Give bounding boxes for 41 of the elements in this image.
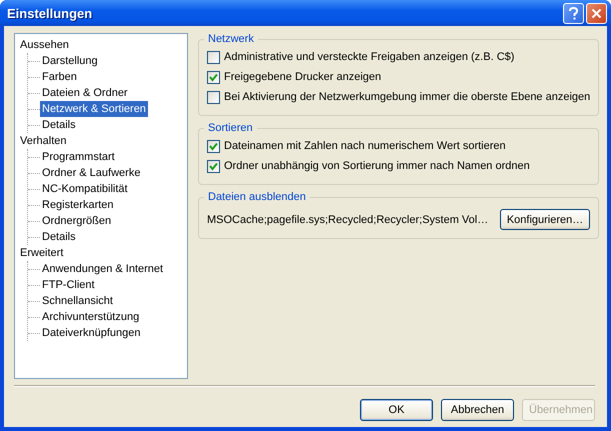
group-title: Dateien ausblenden [207,191,307,203]
checkbox[interactable] [207,50,220,64]
group-title: Sortieren [207,122,254,134]
checkbox[interactable] [207,90,220,104]
tree-item[interactable]: Farben [40,69,79,85]
checkbox-label[interactable]: Administrative und versteckte Freigaben anzeigen (z.B. C$) [224,51,514,63]
tree-item[interactable]: Programmstart [40,149,117,165]
checkbox[interactable] [207,140,220,152]
tree-item[interactable]: Anwendungen & Internet [40,261,166,277]
window-title: Einstellungen [7,6,94,20]
close-icon [591,8,602,18]
tree-item[interactable]: Registerkarten [40,197,116,213]
dialog-button[interactable]: Abbrechen [441,399,514,421]
checkbox[interactable] [207,160,220,172]
close-button[interactable] [586,2,607,24]
checkbox-label[interactable]: Dateinamen mit Zahlen nach numerischem Wert sortieren [224,140,506,152]
configure-button[interactable]: Konfigurieren… [500,209,590,230]
tree-item[interactable]: Details [40,229,78,245]
tree-item[interactable]: Aussehen [18,37,71,53]
hidden-files-text: MSOCache;pagefile.sys;Recycled;Recycler;System Vol… [207,214,488,226]
group-title: Netzwerk [207,33,255,45]
tree-item[interactable]: Ordner & Laufwerke [40,165,142,181]
checkbox-label[interactable]: Freigegebene Drucker anzeigen [224,71,382,83]
checkbox-label[interactable]: Bei Aktivierung der Netzwerkumgebung immer die oberste Ebene anzeigen [224,91,590,103]
help-icon [568,6,579,20]
tree-item[interactable]: Dateien & Ordner [40,85,130,101]
tree-item[interactable]: Archivunterstützung [40,309,142,325]
checkbox[interactable] [207,70,220,84]
tree-item[interactable]: FTP-Client [40,277,97,293]
checkbox-label[interactable]: Ordner unabhängig von Sortierung immer nach Namen ordnen [224,160,530,172]
tree-item[interactable]: NC-Kompatibilität [40,181,130,197]
dialog-button[interactable]: OK [360,399,433,421]
help-button[interactable] [563,2,584,24]
tree-item[interactable]: Dateiverknüpfungen [40,325,142,341]
tree-item[interactable]: Erweitert [18,245,66,261]
tree-item[interactable]: Verhalten [18,133,68,149]
tree-item[interactable]: Details [40,117,78,133]
tree-item[interactable]: Schnellansicht [40,293,115,309]
tree-item[interactable]: Ordnergrößen [40,213,114,229]
tree-item[interactable]: Darstellung [40,53,100,69]
tree-item[interactable]: Netzwerk & Sortieren [40,101,148,117]
